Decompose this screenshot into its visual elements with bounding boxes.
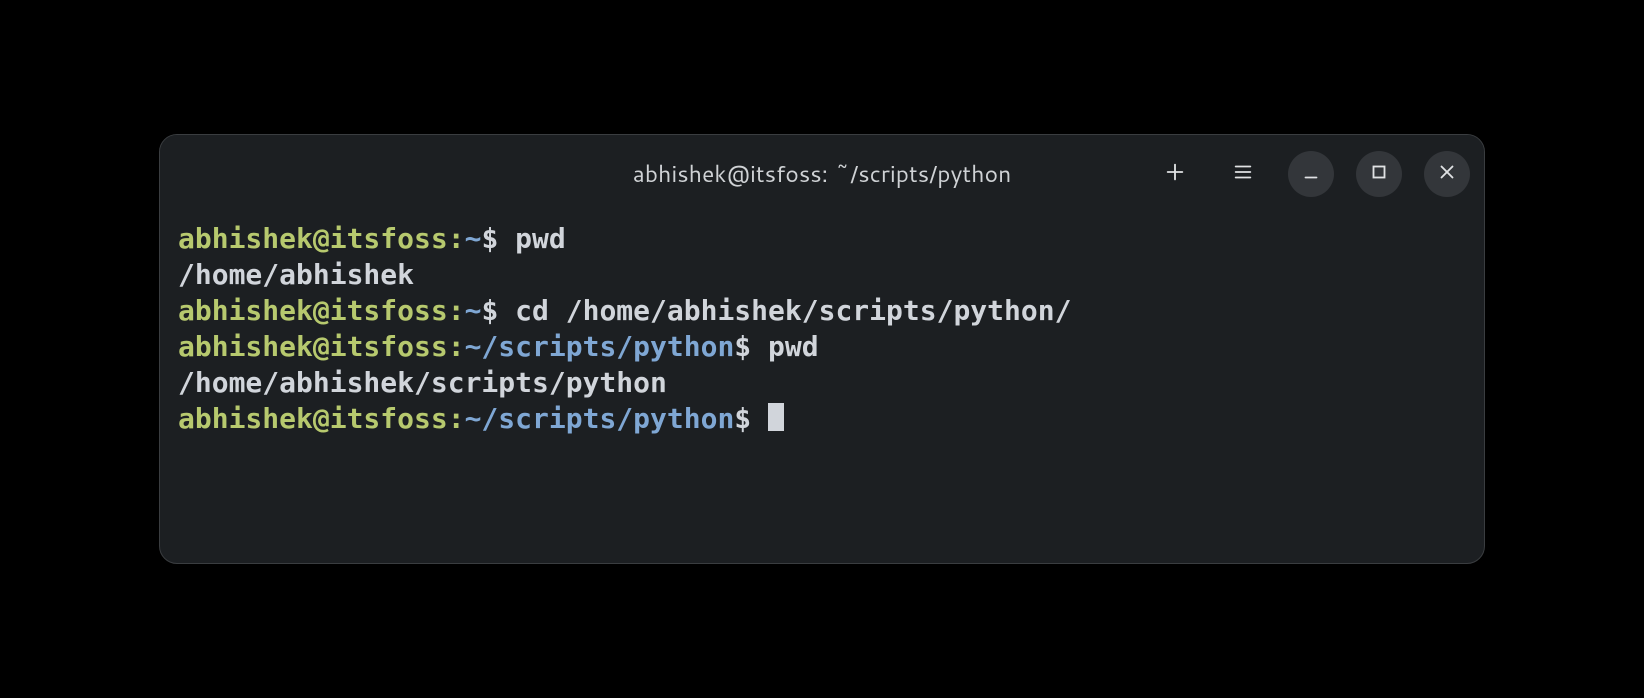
terminal-output-line: /home/abhishek/scripts/python [178,365,1466,401]
maximize-button[interactable] [1356,151,1402,197]
prompt-path: ~/scripts/python [465,330,735,363]
command-text: pwd [515,222,566,255]
prompt-separator: : [448,402,465,435]
close-icon [1436,161,1458,187]
close-button[interactable] [1424,151,1470,197]
terminal-body[interactable]: abhishek@itsfoss:~$ pwd/home/abhishekabh… [160,213,1484,563]
terminal-prompt-line: abhishek@itsfoss:~/scripts/python$ pwd [178,329,1466,365]
maximize-icon [1368,161,1390,187]
prompt-path: ~ [465,294,482,327]
titlebar-controls [1152,151,1470,197]
prompt-userhost: abhishek@itsfoss [178,294,448,327]
terminal-prompt-line: abhishek@itsfoss:~$ pwd [178,221,1466,257]
plus-icon [1164,161,1186,187]
terminal-window: abhishek@itsfoss: ~/scripts/python [159,134,1485,564]
cursor [768,403,784,431]
minimize-icon [1300,161,1322,187]
hamburger-icon [1232,161,1254,187]
terminal-prompt-line: abhishek@itsfoss:~$ cd /home/abhishek/sc… [178,293,1466,329]
prompt-userhost: abhishek@itsfoss [178,222,448,255]
terminal-output-line: /home/abhishek [178,257,1466,293]
minimize-button[interactable] [1288,151,1334,197]
prompt-dollar: $ [481,294,515,327]
output-text: /home/abhishek [178,258,414,291]
prompt-userhost: abhishek@itsfoss [178,402,448,435]
titlebar[interactable]: abhishek@itsfoss: ~/scripts/python [160,135,1484,213]
prompt-path: ~/scripts/python [465,402,735,435]
prompt-path: ~ [465,222,482,255]
prompt-userhost: abhishek@itsfoss [178,330,448,363]
command-text: cd /home/abhishek/scripts/python/ [515,294,1071,327]
prompt-dollar: $ [734,330,768,363]
command-text: pwd [768,330,819,363]
prompt-dollar: $ [734,402,768,435]
prompt-separator: : [448,294,465,327]
prompt-dollar: $ [481,222,515,255]
prompt-separator: : [448,222,465,255]
output-text: /home/abhishek/scripts/python [178,366,667,399]
new-tab-button[interactable] [1152,151,1198,197]
menu-button[interactable] [1220,151,1266,197]
terminal-prompt-line: abhishek@itsfoss:~/scripts/python$ [178,401,1466,437]
prompt-separator: : [448,330,465,363]
